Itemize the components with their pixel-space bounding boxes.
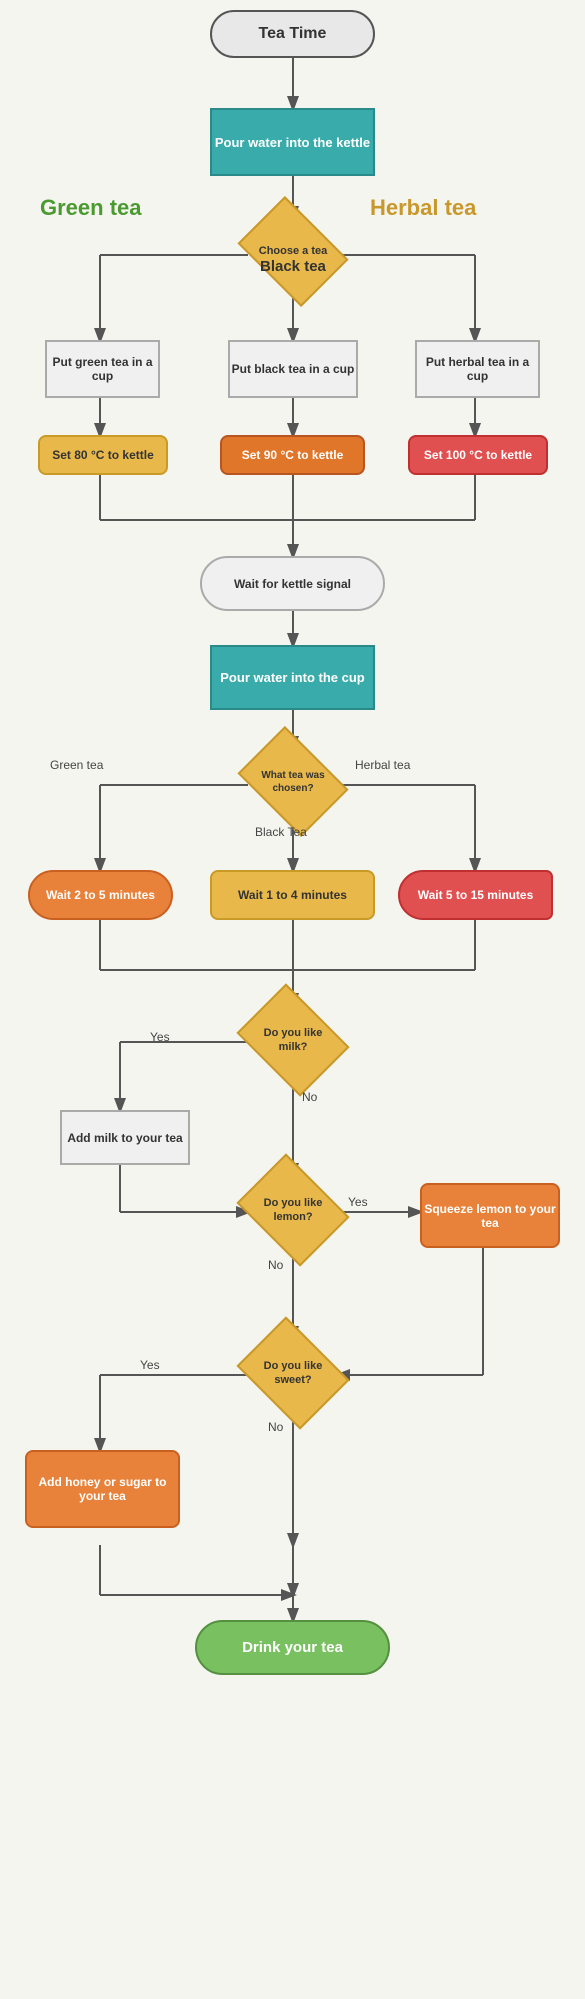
sweet-no-label: No [268,1420,283,1434]
sweet-yes-label: Yes [140,1358,160,1372]
wait-kettle-node: Wait for kettle signal [200,556,385,611]
black-tea-choice-label: Black tea [260,258,326,275]
add-honey-node: Add honey or sugar to your tea [25,1450,180,1528]
green-tea-label: Green tea [40,195,142,221]
herbal-tea-label: Herbal tea [370,195,476,221]
milk-no-label: No [302,1090,317,1104]
wait-1-4-node: Wait 1 to 4 minutes [210,870,375,920]
put-herbal-node: Put herbal tea in a cup [415,340,540,398]
black-branch-label: Black Tea [255,825,307,839]
pour-kettle-node: Pour water into the kettle [210,108,375,176]
put-green-node: Put green tea in a cup [45,340,160,398]
put-black-node: Put black tea in a cup [228,340,358,398]
green-branch-label: Green tea [50,758,103,772]
flowchart: Tea Time Pour water into the kettle Gree… [0,0,585,1999]
lemon-yes-label: Yes [348,1195,368,1209]
add-milk-node: Add milk to your tea [60,1110,190,1165]
like-milk-diamond: Do you like milk? [248,1005,338,1075]
like-lemon-diamond: Do you like lemon? [248,1175,338,1245]
wait-2-5-node: Wait 2 to 5 minutes [28,870,173,920]
lemon-no-label: No [268,1258,283,1272]
squeeze-lemon-node: Squeeze lemon to your tea [420,1183,560,1248]
herbal-branch-label: Herbal tea [355,758,410,772]
title-node: Tea Time [210,10,375,58]
pour-cup-node: Pour water into the cup [210,645,375,710]
set-80-node: Set 80 °C to kettle [38,435,168,475]
what-tea-diamond: What tea was chosen? [248,748,338,815]
drink-tea-node: Drink your tea [195,1620,390,1675]
wait-5-15-node: Wait 5 to 15 minutes [398,870,553,920]
milk-yes-label: Yes [150,1030,170,1044]
like-sweet-diamond: Do you like sweet? [248,1338,338,1408]
set-100-node: Set 100 °C to kettle [408,435,548,475]
set-90-node: Set 90 °C to kettle [220,435,365,475]
